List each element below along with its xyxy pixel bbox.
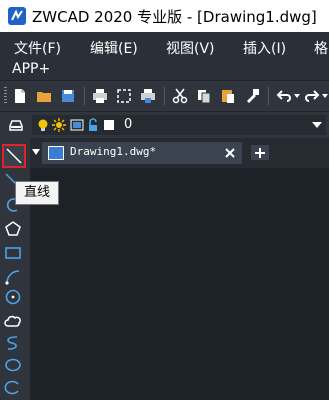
redo-dropdown-icon[interactable] [322, 94, 328, 98]
separator [164, 87, 165, 105]
polygon-icon [5, 221, 21, 236]
menu-edit[interactable]: 编辑(E) [90, 38, 138, 58]
layer-dropdown[interactable]: 0 [32, 115, 326, 135]
line-tool-button[interactable] [2, 144, 26, 168]
draw-toolbar [0, 138, 30, 400]
new-tab-button[interactable] [251, 145, 269, 160]
cut-icon[interactable] [172, 88, 188, 104]
tab-menu-chevron-down-icon[interactable] [32, 149, 40, 155]
paste-icon[interactable] [220, 88, 236, 104]
ellipse-arc-tool-button[interactable] [4, 378, 22, 396]
viewport-freeze-icon[interactable] [70, 118, 84, 132]
spline-tool-button[interactable] [4, 334, 22, 352]
layer-manager-icon[interactable] [8, 117, 24, 133]
revision-cloud-tool-button[interactable] [4, 312, 22, 330]
line-icon [6, 148, 22, 164]
arc-icon [5, 270, 20, 285]
current-layer-name: 0 [124, 117, 133, 132]
open-folder-icon[interactable] [36, 88, 52, 104]
layer-color-swatch [104, 120, 114, 130]
spline-icon [7, 336, 18, 350]
menu-format[interactable]: 格 [314, 38, 328, 58]
circle-icon [5, 289, 21, 305]
menu-view[interactable]: 视图(V) [166, 38, 215, 58]
rectangle-tool-button[interactable] [4, 244, 22, 262]
print-preview-icon[interactable] [116, 88, 132, 104]
new-file-icon[interactable] [12, 88, 28, 104]
menu-app-plus[interactable]: APP+ [12, 61, 50, 77]
tab-drawing1[interactable]: Drawing1.dwg* [42, 142, 242, 164]
redo-icon[interactable] [304, 88, 320, 104]
menu-bar: 文件(F) 编辑(E) 视图(V) 插入(I) 格 APP+ [0, 32, 329, 80]
layer-toolbar: 0 [0, 111, 329, 138]
polygon-tool-button[interactable] [4, 220, 22, 238]
lock-icon[interactable] [86, 118, 100, 132]
dwg-file-icon [48, 146, 64, 160]
circle-tool-button[interactable] [4, 288, 22, 306]
copy-icon[interactable] [196, 88, 212, 104]
title-bar: ZWCAD 2020 专业版 - [Drawing1.dwg] [0, 0, 329, 32]
plot-icon[interactable] [140, 88, 156, 104]
save-icon[interactable] [60, 88, 76, 104]
match-properties-icon[interactable] [244, 88, 260, 104]
undo-dropdown-icon[interactable] [294, 94, 300, 98]
drawing-canvas[interactable] [30, 168, 329, 400]
line-tooltip: 直线 [15, 181, 59, 205]
print-icon[interactable] [92, 88, 108, 104]
toolbar-grip[interactable] [4, 87, 7, 105]
ellipse-icon [5, 358, 21, 372]
ellipse-arc-icon [4, 380, 19, 395]
zwcad-logo-icon [8, 7, 26, 25]
separator [84, 87, 85, 105]
sun-icon[interactable] [52, 118, 66, 132]
undo-icon[interactable] [276, 88, 292, 104]
standard-toolbar [0, 80, 329, 111]
close-icon[interactable] [225, 148, 235, 158]
ellipse-tool-button[interactable] [4, 356, 22, 374]
chevron-down-icon[interactable] [312, 122, 322, 128]
document-tab-strip: Drawing1.dwg* [30, 138, 329, 168]
window-title: ZWCAD 2020 专业版 - [Drawing1.dwg] [32, 8, 317, 26]
arc-tool-button[interactable] [4, 268, 22, 286]
plus-icon [255, 148, 265, 158]
lightbulb-icon[interactable] [36, 118, 50, 132]
menu-insert[interactable]: 插入(I) [243, 38, 286, 58]
cloud-icon [4, 315, 21, 327]
menu-file[interactable]: 文件(F) [14, 38, 61, 58]
separator [268, 87, 269, 105]
tab-label: Drawing1.dwg* [70, 145, 157, 158]
rectangle-icon [5, 247, 21, 259]
